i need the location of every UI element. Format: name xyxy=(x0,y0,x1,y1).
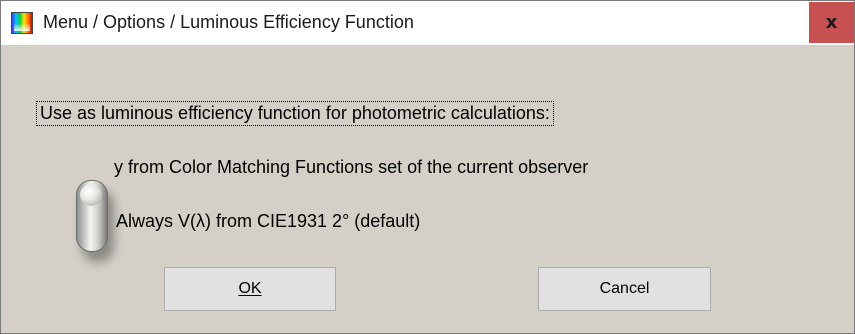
title-bar[interactable]: Menu / Options / Luminous Efficiency Fun… xyxy=(1,1,854,45)
question-label: Use as luminous efficiency function for … xyxy=(36,101,554,126)
window-title: Menu / Options / Luminous Efficiency Fun… xyxy=(43,12,414,32)
toggle-knob[interactable] xyxy=(80,184,102,206)
cancel-button[interactable]: Cancel xyxy=(538,267,711,311)
cancel-button-label: Cancel xyxy=(599,280,650,297)
close-button[interactable]: x xyxy=(809,2,854,43)
ok-button[interactable]: OK xyxy=(164,267,336,311)
option-cmf-y[interactable]: y from Color Matching Functions set of t… xyxy=(114,157,588,178)
close-icon: x xyxy=(825,12,838,33)
option-v-lambda[interactable]: Always V(λ) from CIE1931 2° (default) xyxy=(116,211,420,232)
spectrum-app-icon xyxy=(11,12,33,34)
option-toggle-switch[interactable] xyxy=(76,180,108,252)
ok-button-label: OK xyxy=(238,280,262,297)
